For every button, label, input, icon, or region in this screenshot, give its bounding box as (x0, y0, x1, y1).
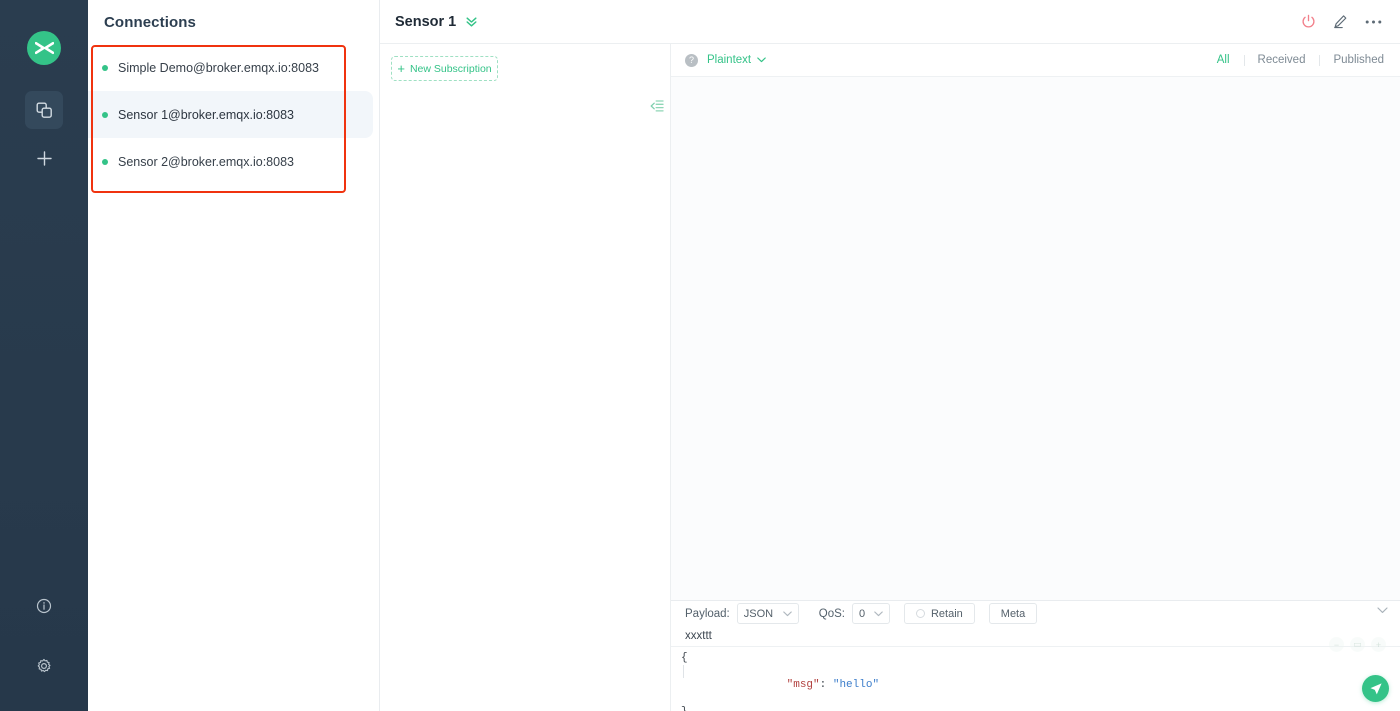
main-panel: Sensor 1 + New Subscription ? Plaintext … (380, 0, 1400, 711)
more-options-button[interactable] (1365, 19, 1382, 25)
connection-label: Sensor 1@broker.emqx.io:8083 (118, 107, 294, 122)
payload-format-value: Plaintext (707, 54, 752, 66)
pencil-icon (1334, 15, 1347, 29)
qos-value: 0 (858, 607, 866, 620)
question-mark-icon[interactable]: ? (685, 53, 698, 67)
tab-received[interactable]: Received (1243, 54, 1320, 66)
chevron-down-icon (782, 611, 792, 616)
indent-guide (683, 664, 684, 678)
rail-bottom-group (0, 587, 88, 685)
sidebar-item-settings[interactable] (25, 647, 63, 685)
left-icon-rail (0, 0, 88, 711)
payload-type-select[interactable]: JSON (736, 603, 799, 625)
send-message-button[interactable] (1362, 675, 1389, 702)
connections-title: Connections (104, 13, 196, 31)
payload-code-editor[interactable]: { "msg": "hello" } (671, 647, 1400, 711)
meta-label: Meta (1000, 607, 1026, 620)
code-line-2: "msg": "hello" (681, 665, 1400, 706)
power-icon (1302, 14, 1315, 28)
payload-label: Payload: (685, 607, 730, 620)
editor-zoom-controls: − ▭ + (1329, 637, 1386, 652)
ellipsis-icon (1365, 20, 1382, 23)
logo-x-glyph (34, 41, 54, 55)
connection-status-dot (102, 158, 108, 165)
double-chevron-down-glyph (466, 17, 477, 27)
retain-toggle[interactable]: Retain (903, 603, 975, 625)
qos-label: QoS: (818, 607, 845, 620)
json-colon: : (819, 678, 833, 691)
info-icon (36, 598, 52, 614)
sidebar-item-new-connection[interactable] (25, 139, 63, 177)
collapse-panel-icon[interactable] (650, 99, 664, 113)
main-body: + New Subscription ? Plaintext All Recei… (380, 44, 1400, 711)
retain-label: Retain (930, 607, 963, 620)
message-filter-tabs: All Received Published (1203, 54, 1384, 66)
tab-published[interactable]: Published (1319, 54, 1384, 66)
new-subscription-button[interactable]: + New Subscription (391, 56, 498, 81)
copy-stack-icon (36, 102, 52, 118)
subscriptions-panel: + New Subscription (380, 44, 671, 711)
zoom-reset-button[interactable]: ▭ (1350, 637, 1365, 652)
connection-header: Sensor 1 (380, 0, 1400, 44)
disconnect-button[interactable] (1301, 14, 1316, 29)
chevron-down-icon (757, 57, 766, 63)
retain-radio-icon (915, 609, 925, 619)
json-key: "msg" (786, 678, 820, 691)
payload-type-value: JSON (743, 607, 774, 620)
publish-toolbar: Payload: JSON QoS: 0 Retain Meta (671, 601, 1400, 626)
code-line-1: { (681, 651, 688, 664)
chevron-down-icon (1377, 607, 1388, 613)
message-list[interactable] (671, 77, 1400, 600)
zoom-in-button[interactable]: + (1371, 637, 1386, 652)
page-title: Sensor 1 (395, 13, 457, 30)
publish-editor: Payload: JSON QoS: 0 Retain Meta xxxttt … (671, 600, 1400, 711)
connection-list-item[interactable]: Sensor 2@broker.emqx.io:8083 (88, 138, 379, 185)
header-actions (1301, 14, 1382, 29)
double-chevron-down-icon[interactable] (465, 15, 478, 28)
json-string-value: "hello" (832, 678, 880, 691)
code-line-3: } (681, 706, 1400, 711)
connection-status-dot (102, 111, 108, 118)
sidebar-item-about[interactable] (25, 587, 63, 625)
qos-select[interactable]: 0 (851, 603, 890, 625)
tab-all[interactable]: All (1203, 54, 1244, 66)
sidebar-item-connections[interactable] (25, 91, 63, 129)
chevron-down-icon (874, 611, 883, 616)
collapse-panel-glyph (650, 100, 664, 112)
zoom-out-button[interactable]: − (1329, 637, 1344, 652)
edit-connection-button[interactable] (1333, 14, 1348, 29)
connection-list-item[interactable]: Simple Demo@broker.emqx.io:8083 (88, 44, 379, 91)
mqttx-logo (27, 31, 61, 65)
connection-label: Sensor 2@broker.emqx.io:8083 (118, 154, 294, 169)
topic-input[interactable] (685, 630, 1185, 643)
messages-panel: ? Plaintext All Received Published Paylo… (671, 44, 1400, 711)
new-subscription-label: New Subscription (409, 62, 492, 75)
send-paper-plane-icon (1370, 682, 1382, 694)
mqttx-app-window: Connections Simple Demo@broker.emqx.io:8… (0, 0, 1400, 711)
gear-icon (37, 658, 51, 673)
meta-button[interactable]: Meta (988, 603, 1038, 625)
messages-toolbar: ? Plaintext All Received Published (671, 44, 1400, 77)
plus-icon (36, 150, 52, 166)
connections-panel: Connections Simple Demo@broker.emqx.io:8… (88, 0, 380, 711)
connection-status-dot (102, 64, 108, 71)
payload-format-select[interactable]: Plaintext (707, 54, 766, 66)
connection-list-item-selected[interactable]: Sensor 1@broker.emqx.io:8083 (88, 91, 373, 138)
editor-collapse-caret[interactable] (1377, 607, 1388, 614)
publish-topic-row (671, 626, 1400, 647)
connection-label: Simple Demo@broker.emqx.io:8083 (118, 60, 319, 75)
connections-list: Simple Demo@broker.emqx.io:8083 Sensor 1… (88, 44, 379, 185)
plus-icon: + (397, 60, 405, 76)
